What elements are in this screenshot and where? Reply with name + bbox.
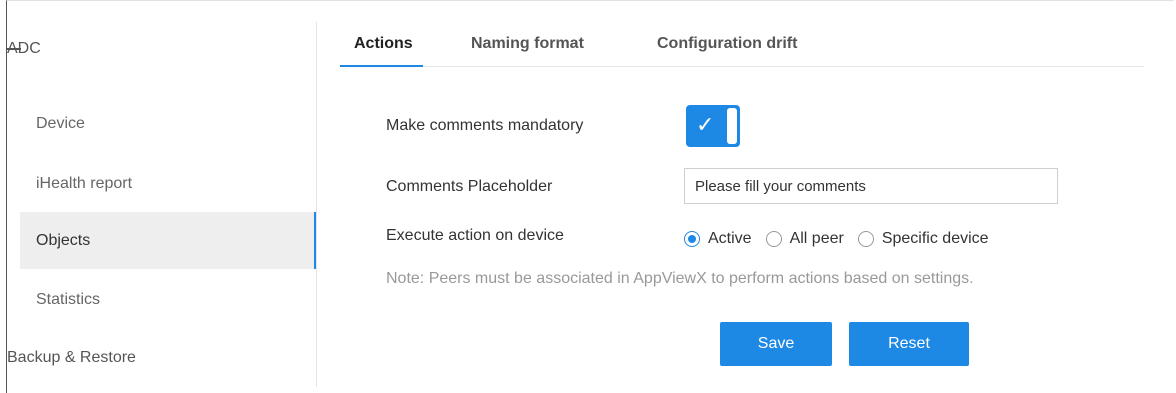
comments-placeholder-input[interactable] [684,168,1058,204]
radio-active[interactable]: Active [684,230,752,248]
tab-bar: Actions Naming format Configuration drif… [340,22,1144,67]
comments-placeholder-label: Comments Placeholder [386,178,553,195]
peers-note: Note: Peers must be associated in AppVie… [386,270,974,287]
radio-all-peer-label: All peer [789,230,844,247]
sidebar-section-adc[interactable]: ADC [7,22,309,76]
sidebar-item-device[interactable]: Device [20,95,316,152]
sidebar-section-backup-restore[interactable]: Backup & Restore [7,331,136,385]
toggle-knob [727,108,737,144]
radio-all-peer[interactable]: All peer [765,230,844,248]
radio-active-circle[interactable] [684,231,700,247]
sidebar-section-title: ADC [7,40,41,57]
sidebar: ADC Device iHealth report Objects Statis… [7,0,317,393]
checkmark-icon: ✓ [696,112,715,137]
execute-action-label: Execute action on device [386,227,564,244]
mandatory-comments-label: Make comments mandatory [386,117,584,134]
radio-specific-device-label: Specific device [881,230,989,247]
radio-active-label: Active [708,230,752,247]
save-button[interactable]: Save [720,322,832,366]
tab-actions[interactable]: Actions [340,22,423,67]
radio-specific-device-circle[interactable] [857,231,874,247]
execute-action-radio-group: Active All peer Specific device [684,226,1003,252]
sidebar-item-ihealth-report[interactable]: iHealth report [20,155,316,212]
sidebar-divider [316,22,317,387]
reset-button[interactable]: Reset [849,322,969,366]
sidebar-item-objects[interactable]: Objects [20,212,317,269]
sidebar-item-statistics[interactable]: Statistics [20,271,316,328]
mandatory-comments-toggle[interactable]: ✓ [686,105,740,147]
tab-configuration-drift[interactable]: Configuration drift [657,22,797,66]
tab-naming-format[interactable]: Naming format [471,22,584,66]
radio-specific-device[interactable]: Specific device [857,230,989,248]
radio-all-peer-circle[interactable] [765,231,782,247]
